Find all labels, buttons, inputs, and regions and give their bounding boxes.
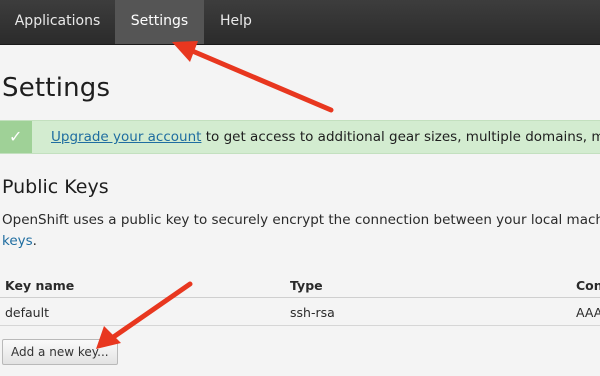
description-line: OpenShift uses a public key to securely … [2,212,600,228]
column-header-key-name: Key name [5,278,75,293]
arrow-to-settings-tab [172,41,334,113]
check-icon: ✓ [0,121,32,153]
openshift-settings-page: Applications Settings Help Settings ✓ Up… [0,0,600,376]
tab-settings[interactable]: Settings [115,0,204,44]
alert-message: to get access to additional gear sizes, … [201,129,600,145]
public-keys-description: OpenShift uses a public key to securely … [2,210,600,252]
key-type-cell: ssh-rsa [290,305,335,320]
table-row: default ssh-rsa AAA [0,298,600,326]
keys-table-header: Key name Type Con [0,274,600,298]
upgrade-account-link[interactable]: Upgrade your account [51,129,201,145]
alert-text: Upgrade your account to get access to ad… [51,129,600,145]
key-content-cell: AAA [576,305,600,320]
upgrade-alert: ✓ Upgrade your account to get access to … [0,120,600,154]
page-title: Settings [2,73,111,103]
description-line-2: keys. [2,231,600,252]
column-header-type: Type [290,278,323,293]
column-header-content: Con [576,278,600,293]
public-keys-heading: Public Keys [2,176,109,198]
tab-help[interactable]: Help [204,0,268,44]
tab-applications[interactable]: Applications [0,0,115,44]
add-new-key-button[interactable]: Add a new key... [2,339,118,365]
keys-link[interactable]: keys [2,233,33,249]
key-name-cell: default [5,305,49,320]
top-navigation: Applications Settings Help [0,0,600,45]
description-period: . [32,233,37,249]
